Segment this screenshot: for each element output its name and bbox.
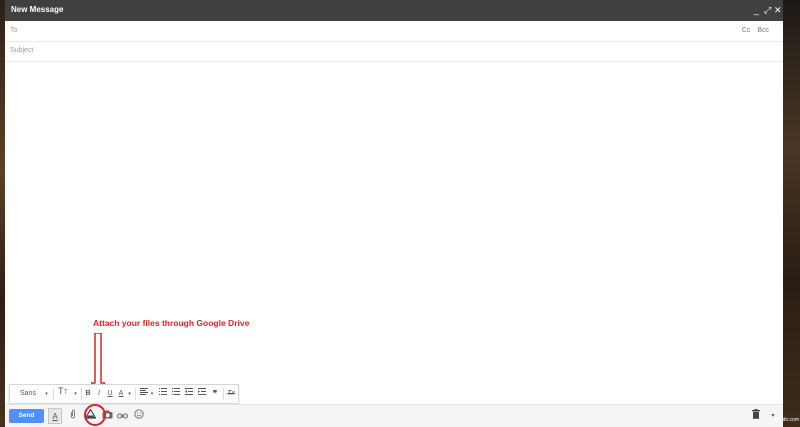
font-family-dropdown-icon[interactable]: ▾ (43, 385, 50, 403)
subject-placeholder: Subject (10, 47, 34, 54)
quote-button[interactable]: ❞ (209, 385, 221, 403)
formatting-toolbar: Sans Serif ▾ TT ▾ B I U A ▾ ▾ ❞ Tx (9, 384, 239, 415)
italic-button[interactable]: I (94, 385, 104, 403)
subject-field[interactable]: Subject (5, 41, 783, 62)
message-body[interactable] (5, 62, 783, 384)
align-dropdown-icon[interactable]: ▾ (149, 385, 155, 403)
close-button[interactable]: ✕ (774, 3, 782, 17)
compose-title-bar[interactable]: New Message _ ⤢ ✕ (5, 0, 783, 21)
cc-bcc-links: Cc Bcc (737, 27, 769, 34)
bcc-link[interactable]: Bcc (757, 27, 769, 34)
minimize-button[interactable]: _ (754, 3, 759, 17)
annotation-circle (84, 404, 106, 426)
annotation-text: Attach your files through Google Drive (93, 318, 250, 328)
underline-button[interactable]: U (105, 385, 115, 403)
popout-button[interactable]: ⤢ (764, 3, 771, 17)
trash-icon[interactable] (750, 408, 762, 424)
indent-less-icon[interactable] (183, 385, 195, 403)
indent-more-icon[interactable] (196, 385, 208, 403)
link-icon[interactable] (115, 408, 129, 424)
formatting-toggle-button[interactable]: A (48, 408, 62, 424)
font-family-select[interactable]: Sans Serif (13, 385, 43, 415)
watermark: wsxdn.com (773, 417, 799, 423)
compose-window: New Message _ ⤢ ✕ To Cc Bcc Subject Atta… (5, 0, 783, 427)
text-size-icon[interactable]: TT (56, 385, 72, 403)
text-size-dropdown-icon[interactable]: ▾ (72, 385, 79, 403)
to-label: To (10, 27, 18, 34)
remove-formatting-button[interactable]: Tx (225, 385, 237, 403)
bold-button[interactable]: B (83, 385, 93, 403)
text-color-button[interactable]: A (116, 385, 126, 403)
compose-title: New Message (11, 5, 64, 14)
text-color-dropdown-icon[interactable]: ▾ (126, 385, 133, 403)
bulleted-list-icon[interactable] (170, 385, 182, 403)
smiley-icon[interactable] (132, 408, 146, 424)
cc-link[interactable]: Cc (742, 27, 751, 34)
compose-bottom-toolbar: Send A ▾ (5, 404, 783, 427)
send-button[interactable]: Send (9, 409, 44, 423)
numbered-list-icon[interactable] (157, 385, 169, 403)
desktop-background-right (783, 0, 800, 426)
to-field[interactable]: To Cc Bcc (5, 21, 783, 42)
formatting-toggle-label: A (52, 412, 58, 421)
paperclip-icon[interactable] (67, 408, 79, 424)
svg-text:T: T (64, 390, 68, 395)
